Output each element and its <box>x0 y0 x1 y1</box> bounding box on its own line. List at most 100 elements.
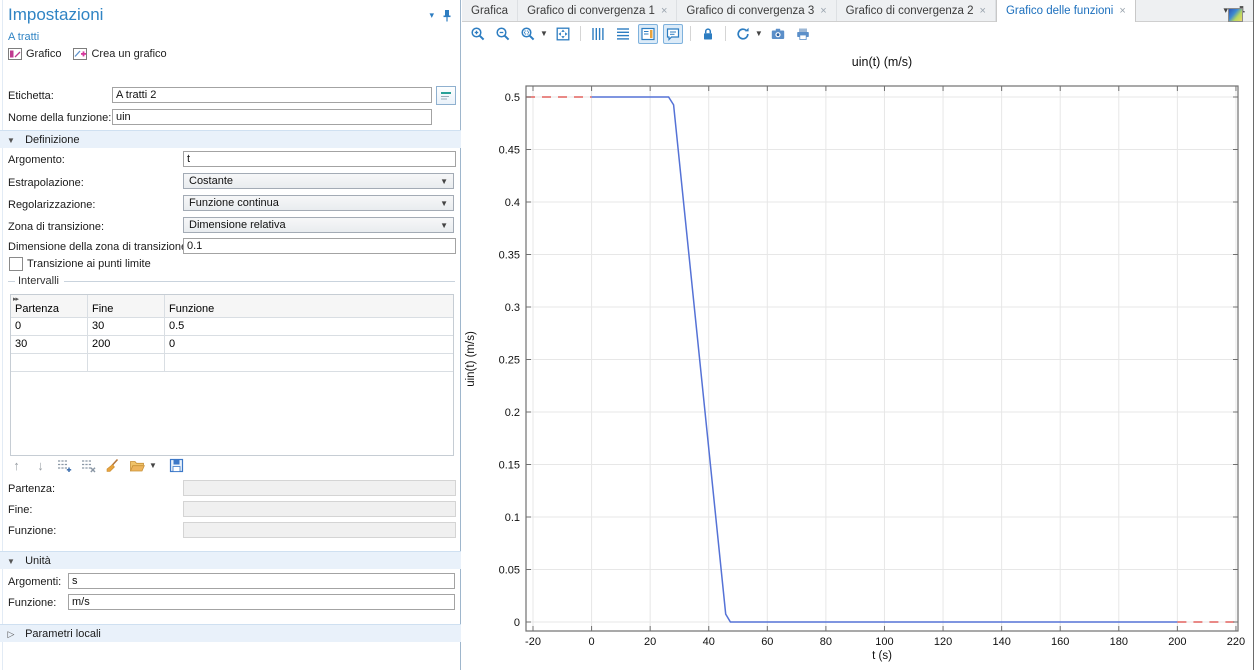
cell-funzione[interactable] <box>165 354 453 372</box>
extrapolation-dropdown[interactable]: Costante ▼ <box>183 173 454 189</box>
cell-fine[interactable]: 200 <box>88 336 165 354</box>
image-snapshot-icon[interactable] <box>768 24 788 44</box>
plot-button[interactable]: Grafico <box>8 48 61 60</box>
cell-fine[interactable]: 30 <box>88 318 165 336</box>
function-field[interactable] <box>183 522 456 538</box>
zoom-out-icon[interactable] <box>493 24 513 44</box>
close-icon[interactable]: × <box>820 5 826 17</box>
x-tick-label: 140 <box>992 636 1010 648</box>
x-tick-label: 0 <box>589 636 595 648</box>
cell-partenza[interactable]: 30 <box>11 336 88 354</box>
y-tick-label: 0.4 <box>505 197 520 209</box>
y-tick-label: 0.5 <box>505 92 520 104</box>
column-header-funzione: Funzione <box>165 295 453 318</box>
transition-zone-dropdown[interactable]: Dimensione relativa ▼ <box>183 217 454 233</box>
cell-funzione[interactable]: 0 <box>165 336 453 354</box>
legend-toggle-icon[interactable] <box>638 24 658 44</box>
selected-node-link[interactable]: A tratti <box>8 31 39 43</box>
delete-row-icon[interactable] <box>80 457 97 474</box>
tab-grafico-delle-funzioni[interactable]: Grafico delle funzioni× <box>996 0 1136 22</box>
x-axis-label: t (s) <box>872 650 892 662</box>
function-name-field[interactable] <box>112 109 432 125</box>
rename-button[interactable] <box>436 86 456 105</box>
graphics-panel: Grafica Grafico di convergenza 1× Grafic… <box>462 0 1254 670</box>
tab-grafica[interactable]: Grafica <box>462 0 518 21</box>
close-icon[interactable]: × <box>661 5 667 17</box>
y-tick-label: 0.3 <box>505 302 520 314</box>
table-row[interactable]: 0 30 0.5 <box>11 318 453 336</box>
zoom-box-icon[interactable] <box>518 24 538 44</box>
extrapolation-label: Estrapolazione: <box>8 177 84 189</box>
lock-axes-icon[interactable] <box>698 24 718 44</box>
print-icon[interactable] <box>793 24 813 44</box>
plot-canvas[interactable]: -20020406080100120140160180200220 00.050… <box>462 45 1254 670</box>
collapse-triangle-icon: ▷ <box>0 625 22 643</box>
column-header-fine: Fine <box>88 295 165 318</box>
settings-title: Impostazioni <box>8 5 103 25</box>
cell-funzione[interactable]: 0.5 <box>165 318 453 336</box>
transition-size-label: Dimensione della zona di transizione: <box>8 241 190 253</box>
transition-size-field[interactable] <box>183 238 456 254</box>
y-tick-label: 0.35 <box>499 250 520 262</box>
move-down-icon[interactable]: ↓ <box>32 457 49 474</box>
y-tick-label: 0.05 <box>499 565 520 577</box>
limit-transition-checkbox[interactable] <box>9 257 23 271</box>
tab-grafico-di-convergenza-1[interactable]: Grafico di convergenza 1× <box>518 0 677 21</box>
table-row[interactable] <box>11 354 453 372</box>
add-row-icon[interactable] <box>56 457 73 474</box>
close-icon[interactable]: × <box>1119 5 1125 17</box>
chevron-down-icon: ▼ <box>440 221 448 230</box>
plot-title: uin(t) (m/s) <box>852 55 912 69</box>
tab-grafico-di-convergenza-2[interactable]: Grafico di convergenza 2× <box>837 0 996 21</box>
y-axis-lines-icon[interactable] <box>613 24 633 44</box>
unit-arguments-field[interactable] <box>68 573 455 589</box>
zoom-box-menu-icon[interactable]: ▼ <box>540 29 548 38</box>
x-axis-lines-icon[interactable] <box>588 24 608 44</box>
create-plot-button[interactable]: Crea un grafico <box>73 48 166 60</box>
end-field-label: Fine: <box>8 504 32 516</box>
section-parametri-locali[interactable]: ▷ Parametri locali <box>0 624 461 642</box>
create-plot-icon <box>73 48 87 60</box>
tab-grafico-di-convergenza-3[interactable]: Grafico di convergenza 3× <box>677 0 836 21</box>
chevron-down-icon: ▼ <box>440 177 448 186</box>
panel-menu-icon[interactable]: ▾ <box>429 10 434 21</box>
smoothing-dropdown[interactable]: Funzione continua ▼ <box>183 195 454 211</box>
label-field-label: Etichetta: <box>8 90 54 102</box>
pin-icon[interactable] <box>442 9 452 22</box>
settings-panel: Impostazioni ▾ A tratti Grafico <box>0 0 461 670</box>
zoom-in-icon[interactable] <box>468 24 488 44</box>
x-tick-label: 100 <box>875 636 893 648</box>
end-field[interactable] <box>183 501 456 517</box>
row-insert-icon: ▸▸ <box>13 295 18 303</box>
cell-partenza[interactable] <box>11 354 88 372</box>
cell-partenza[interactable]: 0 <box>11 318 88 336</box>
rename-icon <box>440 91 452 101</box>
refresh-icon[interactable] <box>733 24 753 44</box>
move-up-icon[interactable]: ↑ <box>8 457 25 474</box>
table-row[interactable]: 30 200 0 <box>11 336 453 354</box>
x-tick-label: 80 <box>820 636 832 648</box>
load-file-menu-icon[interactable]: ▼ <box>149 461 157 470</box>
argument-field[interactable] <box>183 151 456 167</box>
close-icon[interactable]: × <box>980 5 986 17</box>
refresh-menu-icon[interactable]: ▼ <box>755 29 763 38</box>
tooltip-toggle-icon[interactable] <box>663 24 683 44</box>
y-axis-label: uin(t) (m/s) <box>465 331 477 387</box>
label-field[interactable] <box>112 87 432 103</box>
load-file-icon[interactable] <box>128 457 145 474</box>
section-unita[interactable]: ▼ Unità <box>0 551 461 569</box>
plot-thumbnail-icon[interactable] <box>1228 8 1243 22</box>
clear-table-icon[interactable] <box>104 457 121 474</box>
intervals-table[interactable]: ▸▸ Partenza Fine Funzione 0 30 0.5 30 20… <box>10 294 454 456</box>
zoom-extents-icon[interactable] <box>553 24 573 44</box>
y-tick-label: 0.1 <box>505 512 520 524</box>
intervals-legend: Intervalli <box>18 275 59 287</box>
group-line <box>64 281 455 282</box>
start-field[interactable] <box>183 480 456 496</box>
smoothing-label: Regolarizzazione: <box>8 199 95 211</box>
cell-fine[interactable] <box>88 354 165 372</box>
section-definizione[interactable]: ▼ Definizione <box>0 130 461 148</box>
x-tick-label: 40 <box>703 636 715 648</box>
unit-function-field[interactable] <box>68 594 455 610</box>
save-file-icon[interactable] <box>168 457 185 474</box>
